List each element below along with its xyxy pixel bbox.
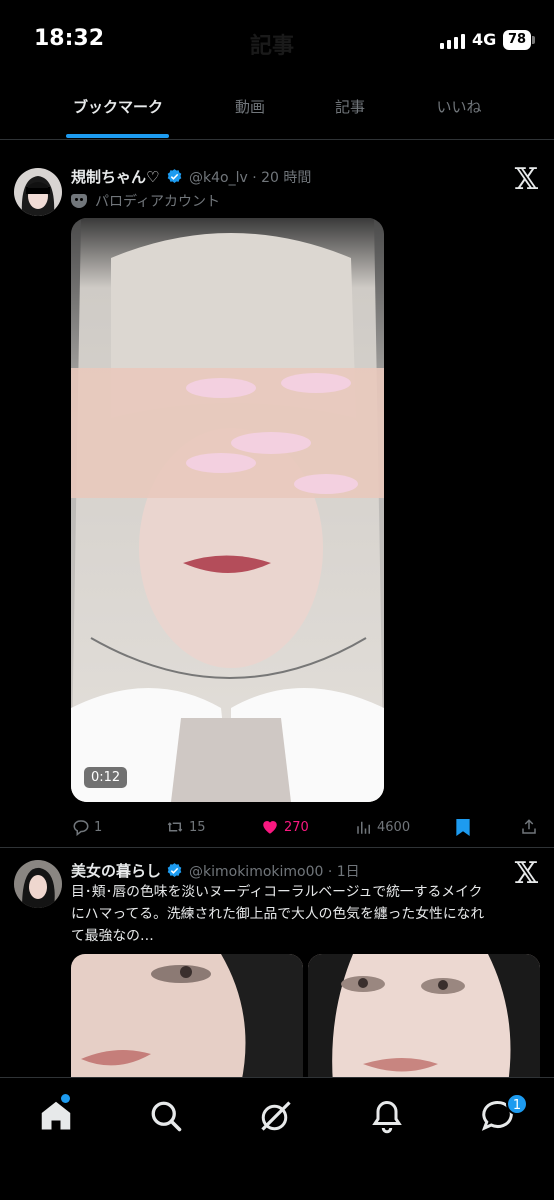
tweet-card[interactable]: 美女の暮らし @kimokimokimo00 · 1日 𝕏 目･頬･唇の色味を淡…: [0, 848, 554, 1084]
signal-icon: [440, 33, 466, 49]
search-icon[interactable]: [148, 1098, 184, 1134]
share-icon: [522, 819, 536, 834]
views-button[interactable]: 4600: [355, 816, 410, 838]
parody-account-label: パロディアカウント: [71, 191, 220, 211]
display-name[interactable]: 美女の暮らし: [71, 860, 161, 881]
network-type: 4G: [472, 30, 497, 49]
views-icon: [357, 821, 370, 834]
grok-icon[interactable]: [258, 1098, 294, 1134]
tweet-actions: 1 15 270 4600: [0, 816, 554, 840]
tweet-text-line: て最強なの…: [71, 928, 154, 944]
battery-tip: [532, 36, 535, 44]
media-image[interactable]: [308, 954, 540, 1084]
media-image[interactable]: [71, 954, 303, 1084]
tab-videos[interactable]: 動画: [226, 96, 274, 117]
verified-badge-icon: [167, 169, 182, 183]
bookmark-button[interactable]: [455, 816, 475, 838]
tab-bookmarks[interactable]: ブックマーク: [71, 96, 165, 117]
reply-button[interactable]: 1: [72, 816, 102, 838]
display-name[interactable]: 規制ちゃん♡: [71, 166, 159, 187]
parody-mask-icon: [71, 194, 87, 208]
battery-icon: 78: [503, 30, 531, 50]
bell-icon[interactable]: [369, 1098, 405, 1134]
tab-articles[interactable]: 記事: [326, 96, 374, 117]
bookmark-filled-icon: [456, 818, 470, 836]
status-bar: 18:32 記事 4G 78: [0, 0, 554, 80]
retweet-icon: [167, 822, 183, 832]
reply-icon: [73, 820, 89, 836]
retweet-count: 15: [189, 819, 206, 835]
faded-header-title: 記事: [250, 34, 295, 59]
handle-and-time[interactable]: @kimokimokimo00 · 1日: [189, 861, 360, 881]
view-count: 4600: [377, 819, 411, 835]
video-thumbnail: [71, 218, 384, 802]
avatar[interactable]: [14, 860, 62, 908]
tab-likes[interactable]: いいね: [431, 96, 487, 117]
home-icon[interactable]: [38, 1098, 74, 1134]
retweet-button[interactable]: 15: [165, 816, 206, 838]
status-time: 18:32: [34, 26, 105, 51]
home-unread-dot: [61, 1094, 70, 1103]
handle-and-time[interactable]: @k4o_lv · 20 時間: [189, 167, 311, 187]
verified-badge-icon: [167, 863, 182, 877]
like-count: 270: [284, 819, 309, 835]
video-duration: 0:12: [84, 767, 128, 788]
reply-count: 1: [94, 819, 103, 835]
tweet-text-line: にハマってる。洗練された御上品で大人の色気を纏った女性になれ: [71, 906, 485, 922]
video-player[interactable]: 0:12: [71, 218, 384, 802]
tweet-text-line: 目･頬･唇の色味を淡いヌーディコーラルベージュで統一するメイク: [71, 884, 483, 900]
x-logo-icon: 𝕏: [514, 162, 538, 197]
like-button[interactable]: 270: [260, 816, 309, 838]
tweet-card[interactable]: 規制ちゃん♡ @k4o_lv · 20 時間 𝕏 パロディアカウント 0:12 …: [0, 154, 554, 846]
heart-filled-icon: [263, 821, 277, 834]
bookmarks-tab-bar: ブックマーク 動画 記事 いいね: [0, 80, 554, 140]
parody-label-text: パロディアカウント: [95, 194, 221, 210]
bottom-navigation: 1: [0, 1077, 554, 1200]
avatar[interactable]: [14, 168, 62, 216]
share-button[interactable]: [520, 816, 542, 838]
active-tab-indicator: [66, 134, 169, 138]
messages-badge: 1: [506, 1093, 528, 1115]
tweet-text: 目･頬･唇の色味を淡いヌーディコーラルベージュで統一するメイク にハマってる。洗…: [71, 881, 541, 947]
